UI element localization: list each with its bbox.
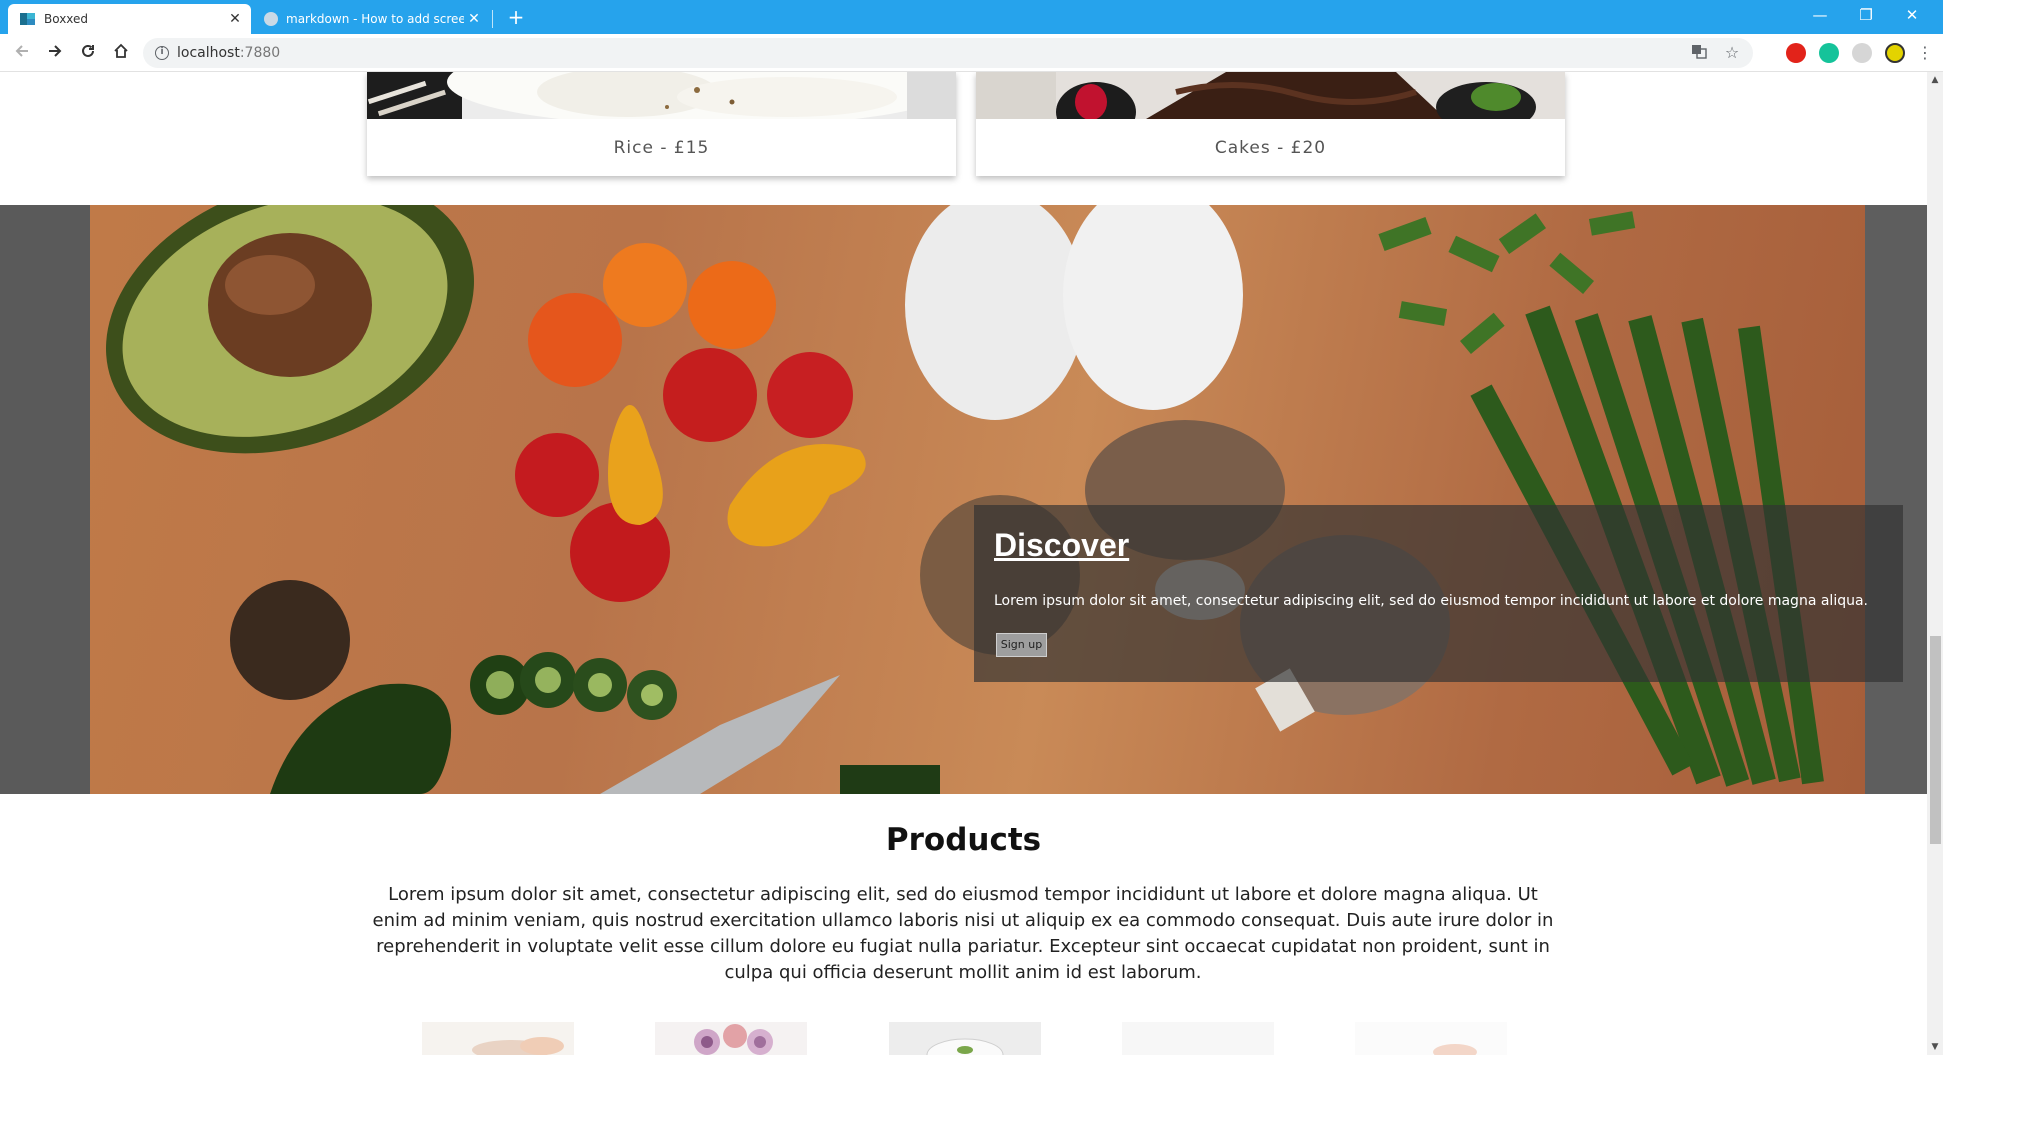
- product-card-cakes[interactable]: Cakes - £20: [976, 72, 1565, 176]
- home-icon: [114, 43, 128, 58]
- disabled-extension-icon[interactable]: [1852, 43, 1872, 63]
- tab-title: markdown - How to add screens: [286, 12, 464, 26]
- tab-separator: [492, 10, 493, 28]
- card-caption: Cakes - £20: [1214, 138, 1327, 158]
- back-button[interactable]: [9, 40, 35, 66]
- browser-toolbar: i localhost:7880 ☆ ⋮: [0, 34, 1943, 72]
- product-thumbnail-dish[interactable]: [1355, 1022, 1507, 1055]
- product-thumbnail-salad[interactable]: [889, 1022, 1041, 1055]
- stackoverflow-favicon-icon: [264, 12, 278, 26]
- discover-title[interactable]: Discover: [994, 527, 1129, 564]
- scroll-down-arrow-icon[interactable]: ▼: [1927, 1039, 1943, 1055]
- page-viewport: Rice - £15 Cakes - £20 Discover Lorem ip…: [0, 72, 1927, 1055]
- reload-icon: [82, 44, 94, 57]
- product-thumbnail-plain[interactable]: [1122, 1022, 1274, 1055]
- tab-boxxed[interactable]: Boxxed ✕: [8, 4, 251, 34]
- product-thumbnail-dessert[interactable]: [655, 1022, 807, 1055]
- chocolate-cake-image: [976, 72, 1565, 119]
- card-caption: Rice - £15: [613, 138, 710, 158]
- discover-text: Lorem ipsum dolor sit amet, consectetur …: [994, 593, 1868, 609]
- forward-button[interactable]: [42, 40, 68, 66]
- vegetables-illustration: [106, 205, 1824, 794]
- sign-up-button[interactable]: Sign up: [996, 633, 1047, 657]
- minimize-button[interactable]: —: [1797, 0, 1843, 30]
- reload-button[interactable]: [75, 40, 101, 66]
- tab-title: Boxxed: [44, 12, 89, 26]
- discover-panel: Discover Lorem ipsum dolor sit amet, con…: [974, 505, 1903, 682]
- bookmark-star-icon[interactable]: ☆: [1722, 43, 1742, 63]
- scroll-up-arrow-icon[interactable]: ▲: [1927, 72, 1943, 88]
- home-button[interactable]: [108, 40, 134, 66]
- site-info-icon[interactable]: i: [155, 46, 169, 60]
- boxxed-favicon-icon: [20, 11, 36, 27]
- close-window-button[interactable]: ✕: [1889, 0, 1935, 30]
- menu-kebab-icon[interactable]: ⋮: [1912, 40, 1938, 66]
- hero-banner: Discover Lorem ipsum dolor sit amet, con…: [0, 205, 1927, 794]
- rice-bowl-image: [367, 72, 956, 119]
- translate-icon[interactable]: [1689, 43, 1709, 63]
- products-description: Lorem ipsum dolor sit amet, consectetur …: [372, 884, 1554, 983]
- products-heading: Products: [885, 822, 1042, 858]
- product-thumbnail-sushi[interactable]: [422, 1022, 574, 1055]
- back-arrow-icon: [15, 45, 28, 57]
- vertical-scrollbar[interactable]: ▲ ▼: [1927, 72, 1943, 1055]
- profile-avatar-icon[interactable]: [1885, 43, 1905, 63]
- forward-arrow-icon: [49, 45, 62, 57]
- close-tab-icon[interactable]: ✕: [225, 11, 245, 27]
- restore-button[interactable]: ❐: [1843, 0, 1889, 30]
- new-tab-button[interactable]: +: [504, 5, 528, 29]
- url-text: localhost:7880: [177, 45, 281, 61]
- scrollbar-thumb[interactable]: [1930, 636, 1941, 844]
- address-bar[interactable]: i localhost:7880 ☆: [143, 38, 1753, 68]
- close-tab-icon[interactable]: ✕: [464, 11, 484, 27]
- product-card-rice[interactable]: Rice - £15: [367, 72, 956, 176]
- browser-tab-bar: Boxxed ✕ markdown - How to add screens ✕…: [0, 0, 1943, 34]
- grammarly-extension-icon[interactable]: [1819, 43, 1839, 63]
- opera-extension-icon[interactable]: [1786, 43, 1806, 63]
- tab-markdown[interactable]: markdown - How to add screens ✕: [256, 4, 490, 34]
